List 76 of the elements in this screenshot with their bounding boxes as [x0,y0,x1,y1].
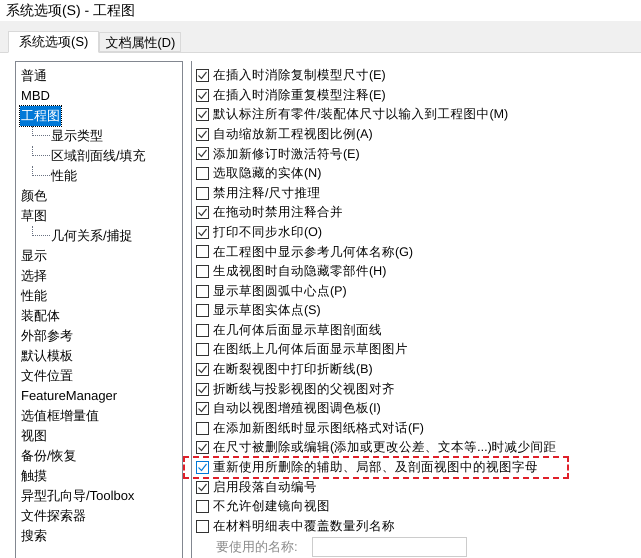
checkbox[interactable] [196,167,209,180]
tree-item[interactable]: FeatureManager [20,386,118,406]
option-label: 在断裂视图中打印折断线(B) [213,361,373,378]
field-label: 要使用的名称: [216,538,298,556]
option-label: 在材料明细表中覆盖数量列名称 [213,518,395,535]
tree-item[interactable]: 性能 [20,286,48,306]
checkbox[interactable] [196,422,209,435]
option-label: 在插入时消除重复模型注释(E) [213,86,386,104]
tree-item[interactable]: 视图 [20,426,48,446]
checkbox[interactable] [196,304,209,318]
window-title: 系统选项(S) - 工程图 [6,1,136,20]
tree-item[interactable]: 性能 [50,166,78,186]
option-label: 自动缩放新工程视图比例(A) [213,126,373,143]
checkbox[interactable] [196,108,209,122]
option-label: 在几何体后面显示草图剖面线 [213,322,382,339]
tree-item[interactable]: 触摸 [20,466,48,486]
tree-item[interactable]: 选值框增量值 [20,406,100,426]
option-label: 在工程图中显示参考几何体名称(G) [213,244,414,261]
checkbox[interactable] [196,402,209,416]
option-label: 生成视图时自动隐藏零部件(H) [213,263,386,280]
checkbox[interactable] [196,147,209,160]
checkbox[interactable] [196,245,209,258]
option-label: 在拖动时禁用注释合并 [213,204,343,222]
tree-item[interactable]: 区域剖面线/填充 [50,146,147,166]
checkbox[interactable] [196,343,209,356]
tree-item[interactable]: 显示 [20,246,48,266]
tree-item[interactable]: 草图 [20,206,48,226]
checkbox[interactable] [196,88,209,102]
checkbox[interactable] [196,480,209,494]
option-label: 重新使用所删除的辅助、局部、及剖面视图中的视图字母 [213,459,538,476]
tree-item[interactable]: 外部参考 [20,326,74,346]
checkbox[interactable] [196,186,209,200]
tree-item[interactable]: MBD [20,86,51,106]
option-label: 不允许创建镜向视图 [213,498,330,516]
option-label: 在添加新图纸时显示图纸格式对话(F) [213,420,424,437]
checkbox[interactable] [196,324,209,337]
option-label: 添加新修订时激活符号(E) [213,146,360,163]
checkbox[interactable] [196,500,209,514]
option-label: 默认标注所有零件/装配体尺寸以输入到工程图中(M) [213,106,508,124]
tree-item[interactable]: 几何关系/捕捉 [50,226,134,246]
tree-item[interactable]: 显示类型 [50,126,104,146]
checkbox[interactable] [196,362,209,376]
option-label: 禁用注释/尺寸推理 [213,184,320,202]
tree-item[interactable]: 备份/恢复 [20,446,78,466]
option-label: 显示草图圆弧中心点(P) [213,282,347,300]
checkbox[interactable] [196,264,209,278]
tree-item[interactable]: 普通 [20,66,48,86]
checkbox[interactable] [196,441,209,454]
checkbox[interactable] [196,206,209,220]
checkbox[interactable] [196,460,209,474]
option-label: 在尺寸被删除或编辑(添加或更改公差、文本等...)时减少间距 [213,439,557,456]
tab[interactable]: 系统选项(S) [8,30,100,53]
checkbox[interactable] [196,382,209,396]
option-label: 自动以视图增殖视图调色板(I) [213,400,381,418]
tree-item[interactable]: 文件位置 [20,366,74,386]
tree-item[interactable]: 装配体 [20,306,61,326]
tree-item[interactable]: 异型孔向导/Toolbox [20,486,136,506]
checkbox[interactable] [196,520,209,533]
tree-item[interactable]: 文件探索器 [20,506,87,526]
option-label: 启用段落自动编号 [213,478,317,496]
option-label: 在图纸上几何体后面显示草图图片 [213,341,408,358]
option-label: 在插入时消除复制模型尺寸(E) [213,67,386,84]
checkbox[interactable] [196,284,209,298]
tree-item[interactable]: 工程图 [20,106,61,126]
tree-item[interactable]: 搜索 [20,526,48,546]
option-label: 折断线与投影视图的父视图对齐 [213,380,395,398]
checkbox[interactable] [196,226,209,239]
option-label: 显示草图实体点(S) [213,302,321,320]
option-label: 选取隐藏的实体(N) [213,165,322,182]
checkbox[interactable] [196,69,209,82]
tab[interactable]: 文档属性(D) [99,32,182,52]
option-label: 打印不同步水印(O) [213,224,322,241]
tree-item[interactable]: 选择 [20,266,48,286]
checkbox[interactable] [196,128,209,141]
tree-item[interactable]: 颜色 [20,186,48,206]
tree-item[interactable]: 默认模板 [20,346,74,366]
